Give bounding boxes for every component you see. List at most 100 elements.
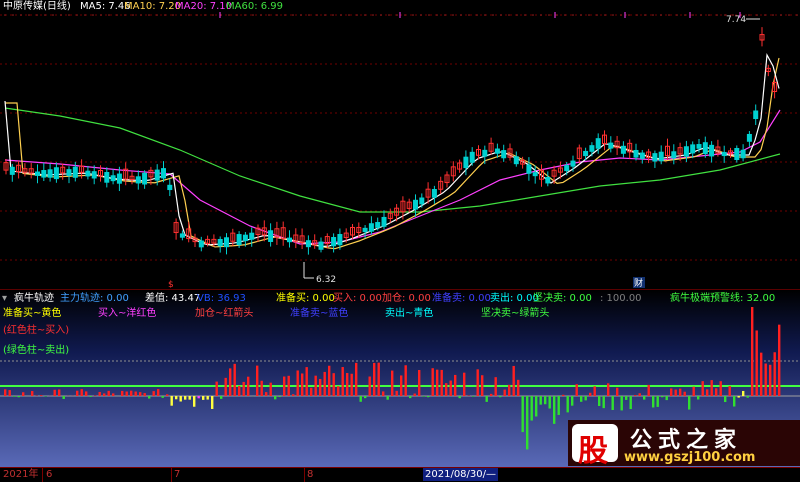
candle-body <box>546 177 550 182</box>
time-axis-separator <box>171 468 172 482</box>
candle-body <box>621 146 625 153</box>
candle-body <box>218 239 222 245</box>
indicator-bar <box>531 396 533 421</box>
grid-dot <box>116 14 118 16</box>
candle-body <box>672 152 676 158</box>
indicator-name[interactable]: 疯牛轨迹 <box>14 292 54 306</box>
indicator-bar <box>229 368 231 396</box>
indicator-bar <box>634 395 636 396</box>
candle-body <box>735 149 739 160</box>
candle-body <box>483 150 487 156</box>
indicator-bar <box>517 380 519 396</box>
indicator-bar <box>576 384 578 396</box>
grid-dot <box>604 14 606 16</box>
indicator-menu-icon[interactable]: ▾ <box>2 292 7 306</box>
grid-dot <box>788 14 790 16</box>
grid-dot <box>572 14 574 16</box>
indicator-bar <box>459 396 461 398</box>
indicator-bar <box>90 396 92 397</box>
current-date-box: 2021/08/30/— <box>423 468 498 481</box>
indicator-bar <box>504 390 506 396</box>
indicator-bar <box>540 396 542 405</box>
logo-url: www.gszj100.com <box>624 450 755 465</box>
grid-dot <box>276 14 278 16</box>
indicator-bar <box>621 396 623 410</box>
indicator-bar <box>666 396 668 400</box>
indicator-bar <box>112 393 114 396</box>
candle-body <box>653 154 657 161</box>
grid-dot <box>348 14 350 16</box>
logo-badge: 股 <box>572 424 618 462</box>
indicator-bar <box>657 396 659 407</box>
candle-body <box>376 223 380 228</box>
indicator-bar <box>378 363 380 396</box>
indicator-bar <box>720 381 722 396</box>
indicator-bar <box>445 383 447 396</box>
candle-body <box>92 172 96 178</box>
event-marker-cai[interactable]: 财 <box>634 277 643 288</box>
indicator-bar <box>625 396 627 400</box>
candle-body <box>697 145 701 149</box>
kline-chart[interactable]: 7.74 6.32 $ 财 <box>0 0 800 288</box>
candle-body <box>464 157 468 167</box>
indicator-bar <box>175 396 177 399</box>
indicator-bar <box>738 396 740 398</box>
indicator-bar <box>760 353 762 396</box>
indicator-bar <box>733 396 735 407</box>
indicator-bar <box>598 396 600 406</box>
stock-name-title[interactable]: 中原传媒(日线) <box>3 0 71 14</box>
grid-dot <box>684 14 686 16</box>
site-logo: 股 公式之家 www.gszj100.com <box>568 420 800 466</box>
grid-dot <box>484 14 486 16</box>
grid-dot <box>340 14 342 16</box>
indicator-bar <box>472 396 474 397</box>
candle-body <box>382 217 386 226</box>
grid-dot <box>60 14 62 16</box>
grid-dot <box>372 14 374 16</box>
indicator-bar <box>405 365 407 396</box>
indicator-bar <box>153 391 155 396</box>
event-marker-s[interactable]: $ <box>168 280 174 288</box>
candle-body <box>36 172 40 175</box>
candle-body <box>414 200 418 209</box>
grid-dot <box>692 14 694 16</box>
indicator-bar <box>342 367 344 396</box>
indicator-bar <box>639 393 641 396</box>
candle-body <box>703 143 707 154</box>
indicator-bar <box>207 396 209 400</box>
candle-body <box>502 151 506 158</box>
candle-body <box>659 152 663 161</box>
indicator-bar <box>630 396 632 409</box>
grid-dot <box>260 14 262 16</box>
indicator-bar <box>373 363 375 396</box>
indicator-bar <box>265 392 267 396</box>
candle-body <box>420 198 424 204</box>
grid-dot <box>196 14 198 16</box>
indicator-bar <box>135 392 137 396</box>
grid-dot <box>148 14 150 16</box>
indicator-bar <box>679 389 681 396</box>
indicator-bar <box>742 391 744 396</box>
grid-dot <box>300 14 302 16</box>
indicator-bar <box>54 390 56 396</box>
indicator-bar <box>180 396 182 402</box>
candle-body <box>225 238 229 247</box>
grid-dot <box>28 14 30 16</box>
candle-body <box>237 235 241 245</box>
indicator-bar <box>499 396 501 397</box>
time-axis[interactable]: 2021年 6 7 8 2021/08/30/— <box>0 467 800 482</box>
indicator-bar <box>162 396 164 398</box>
indicator-bar <box>225 378 227 396</box>
indicator-bar <box>652 396 654 407</box>
indicator-bar <box>76 391 78 396</box>
legend-add: 加仓~红箭头 <box>195 307 253 321</box>
indicator-bar <box>414 394 416 396</box>
indicator-bar <box>684 392 686 396</box>
grid-dot <box>668 14 670 16</box>
note-green-bar: (绿色柱~卖出) <box>3 344 69 358</box>
indicator-bar <box>279 396 281 397</box>
indicator-bar <box>774 352 776 396</box>
indicator-bar <box>711 380 713 396</box>
grid-dot <box>140 14 142 16</box>
candle-body <box>584 151 588 155</box>
